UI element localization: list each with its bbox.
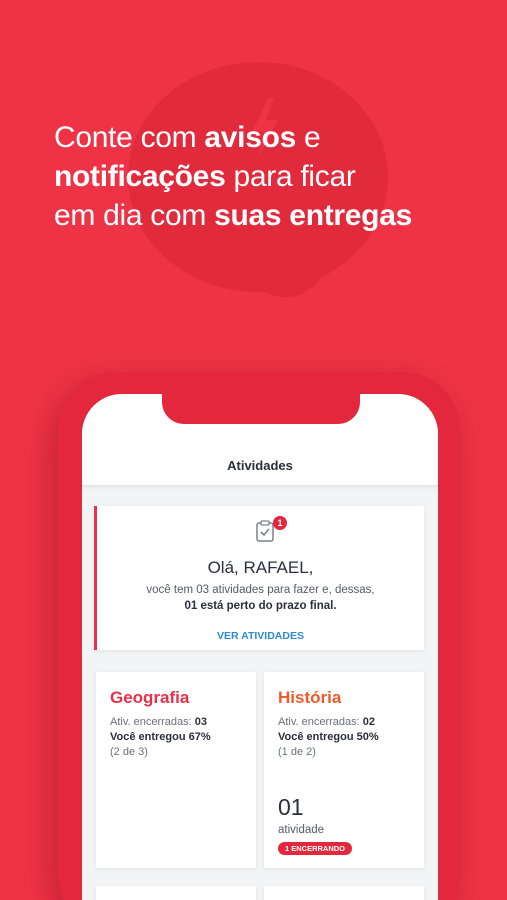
- welcome-message: você tem 03 atividades para fazer e, des…: [146, 584, 375, 596]
- notification-badge: 1: [273, 516, 287, 530]
- status-badge: 1 ENCERRANDO: [278, 842, 353, 855]
- clipboard-check-icon: [256, 520, 274, 542]
- subject-card-partial[interactable]: [96, 886, 256, 900]
- greeting: Olá, RAFAEL,: [207, 558, 314, 577]
- pending-count: 01: [278, 794, 304, 820]
- subject-card-historia[interactable]: História Ativ. encerradas: 02 Você entre…: [264, 672, 424, 868]
- phone-notch: [162, 394, 360, 424]
- page-title: Atividades: [227, 458, 293, 473]
- delivered-ratio: (1 de 2): [278, 746, 316, 758]
- delivered-percent: Você entregou 67%: [110, 731, 211, 743]
- subject-name: História: [278, 688, 342, 707]
- headline: Conte com avisos e notificações para fic…: [54, 118, 494, 235]
- delivered-percent: Você entregou 50%: [278, 731, 379, 743]
- closed-activities: Ativ. encerradas: 02: [278, 716, 376, 728]
- deadline-message: 01 está perto do prazo final.: [184, 600, 337, 612]
- welcome-card: 1 Olá, RAFAEL, você tem 03 atividades pa…: [94, 506, 424, 650]
- pending-label: atividade: [278, 824, 325, 836]
- view-activities-link[interactable]: VER ATIVIDADES: [97, 630, 424, 642]
- subject-card-partial[interactable]: [264, 886, 424, 900]
- subject-card-geografia[interactable]: Geografia Ativ. encerradas: 03 Você entr…: [96, 672, 256, 868]
- phone-screen: Atividades 1 Olá, RAFAEL, você tem 03 at…: [82, 394, 438, 900]
- headline-line-1: Conte com avisos e: [54, 121, 321, 154]
- closed-activities: Ativ. encerradas: 03: [110, 716, 208, 728]
- headline-line-3: em dia com suas entregas: [54, 199, 412, 232]
- subject-name: Geografia: [110, 688, 190, 707]
- delivered-ratio: (2 de 3): [110, 746, 148, 758]
- headline-line-2: notificações para ficar: [54, 160, 356, 193]
